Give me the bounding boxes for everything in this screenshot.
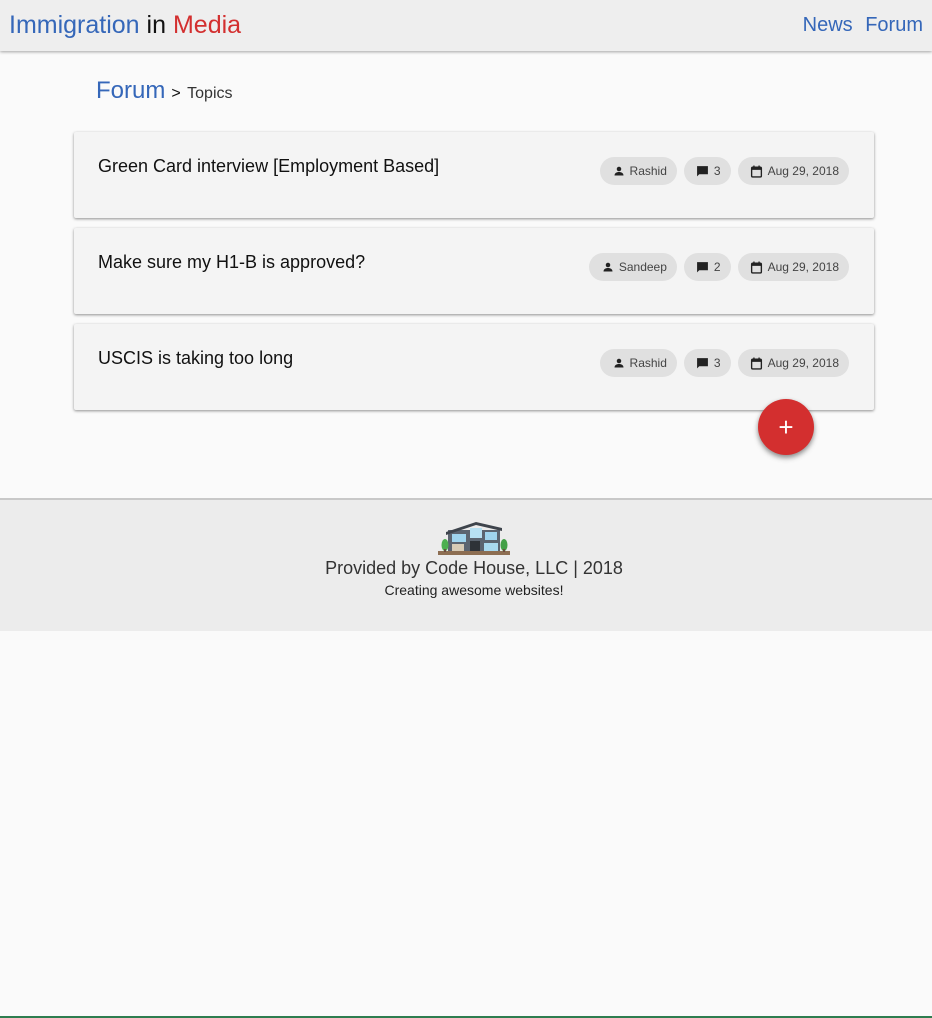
topic-card[interactable]: Make sure my H1-B is approved? Sandeep 2…	[74, 228, 874, 314]
comment-count: 3	[713, 356, 721, 370]
calendar-icon	[750, 356, 764, 370]
person-icon	[612, 164, 626, 178]
comment-count: 3	[713, 164, 721, 178]
author-name: Rashid	[629, 164, 667, 178]
author-chip: Rashid	[599, 349, 677, 377]
post-date: Aug 29, 2018	[767, 260, 839, 274]
topic-card[interactable]: USCIS is taking too long Rashid 3 Aug 29…	[74, 324, 874, 410]
comments-chip: 3	[683, 157, 731, 185]
brand-word-media: Media	[172, 11, 242, 39]
person-icon	[612, 356, 626, 370]
date-chip: Aug 29, 2018	[737, 157, 849, 185]
main-nav: News Forum	[796, 13, 923, 37]
date-chip: Aug 29, 2018	[737, 253, 849, 281]
author-chip: Sandeep	[588, 253, 677, 281]
topic-meta: Rashid 3 Aug 29, 2018	[599, 349, 849, 377]
comments-chip: 3	[683, 349, 731, 377]
nav-link-news[interactable]: News	[803, 14, 853, 36]
comment-icon	[696, 260, 710, 274]
calendar-icon	[750, 164, 764, 178]
topic-title[interactable]: Green Card interview [Employment Based]	[98, 156, 439, 177]
calendar-icon	[750, 260, 764, 274]
site-brand[interactable]: Immigration in Media	[9, 10, 241, 40]
topic-card[interactable]: Green Card interview [Employment Based] …	[74, 132, 874, 218]
comment-count: 2	[713, 260, 721, 274]
post-date: Aug 29, 2018	[767, 164, 839, 178]
author-name: Sandeep	[618, 260, 667, 274]
comment-icon	[696, 164, 710, 178]
post-date: Aug 29, 2018	[767, 356, 839, 370]
house-logo	[438, 516, 510, 556]
comments-chip: 2	[683, 253, 731, 281]
top-bar: Immigration in Media News Forum	[0, 0, 932, 51]
author-name: Rashid	[629, 356, 667, 370]
add-topic-button[interactable]: +	[758, 399, 814, 455]
footer-tagline: Creating awesome websites!	[384, 582, 564, 598]
topic-meta: Rashid 3 Aug 29, 2018	[599, 157, 849, 185]
breadcrumb-separator: >	[171, 85, 181, 102]
comment-icon	[696, 356, 710, 370]
brand-word-immigration: Immigration	[9, 11, 140, 39]
breadcrumb: Forum > Topics	[96, 77, 233, 105]
breadcrumb-current: Topics	[187, 85, 233, 102]
author-chip: Rashid	[599, 157, 677, 185]
date-chip: Aug 29, 2018	[737, 349, 849, 377]
topic-title[interactable]: Make sure my H1-B is approved?	[98, 252, 365, 273]
footer-credit: Provided by Code House, LLC | 2018	[325, 558, 623, 578]
topic-title[interactable]: USCIS is taking too long	[98, 348, 293, 369]
site-footer: Provided by Code House, LLC | 2018 Creat…	[0, 498, 932, 631]
breadcrumb-forum-link[interactable]: Forum	[96, 77, 165, 104]
person-icon	[601, 260, 615, 274]
brand-word-in: in	[146, 11, 167, 39]
nav-link-forum[interactable]: Forum	[865, 14, 923, 36]
topic-meta: Sandeep 2 Aug 29, 2018	[588, 253, 849, 281]
